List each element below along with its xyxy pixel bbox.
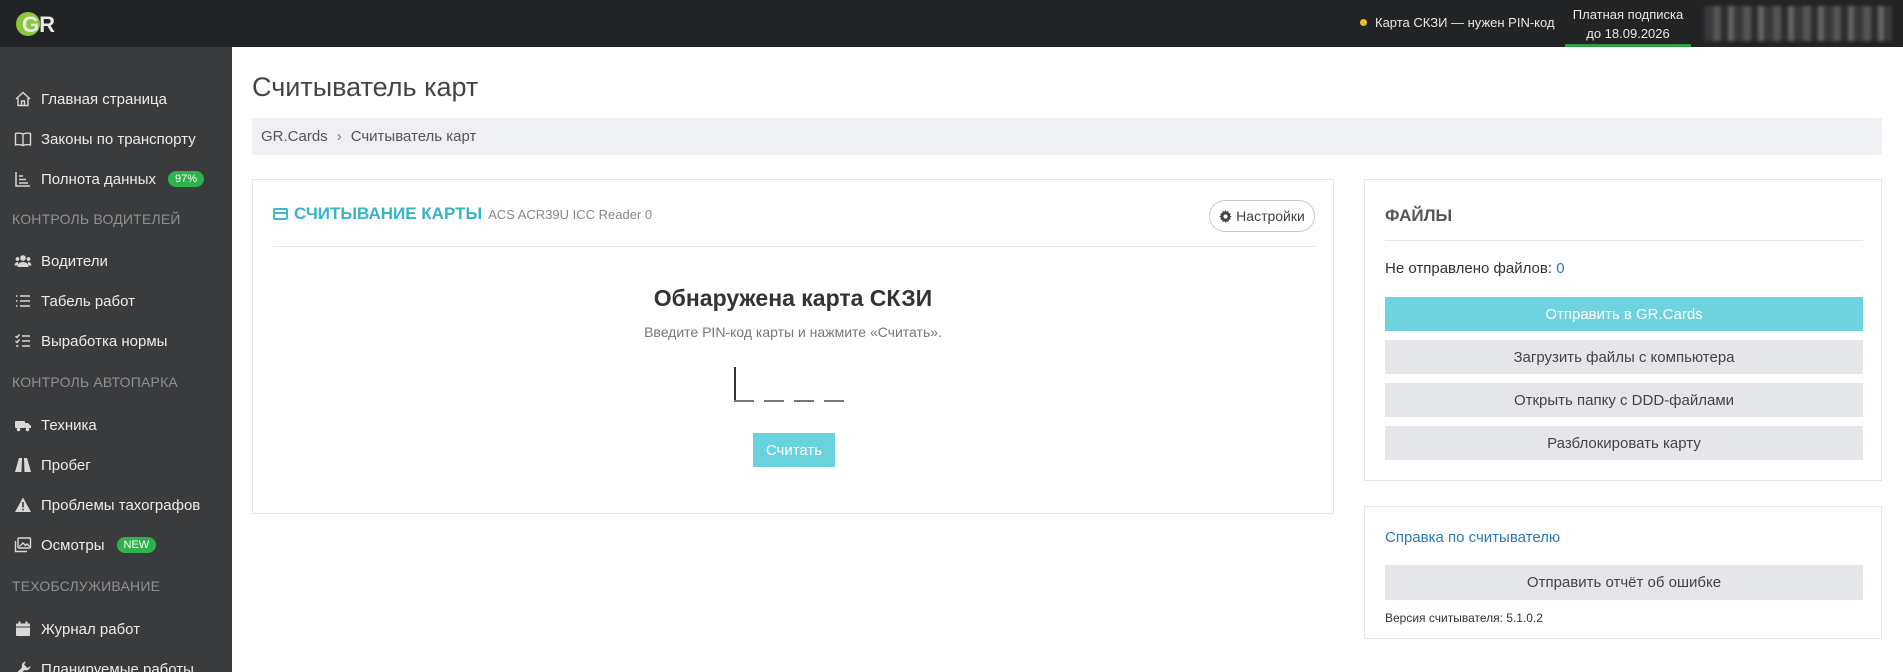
unlock-card-button[interactable]: Разблокировать карту bbox=[1385, 426, 1863, 460]
breadcrumb-current: Считыватель карт bbox=[350, 128, 477, 145]
status-dot-icon bbox=[1360, 19, 1367, 26]
reader-device-name: ACS ACR39U ICC Reader 0 bbox=[488, 207, 653, 222]
pin-digit-2 bbox=[764, 400, 784, 402]
subscription-line2: до 18.09.2026 bbox=[1586, 26, 1670, 41]
list-icon bbox=[12, 292, 34, 310]
files-panel: ФАЙЛЫ Не отправлено файлов: 0 Отправить … bbox=[1364, 179, 1882, 481]
road-icon bbox=[12, 456, 34, 474]
settings-label: Настройки bbox=[1236, 208, 1305, 224]
home-icon bbox=[12, 90, 34, 108]
sidebar-item-label: Журнал работ bbox=[41, 620, 141, 638]
sidebar-item-work-log[interactable]: Журнал работ bbox=[0, 609, 232, 649]
svg-text:GR: GR bbox=[22, 12, 55, 37]
card-reading-title: СЧИТЫВАНИЕ КАРТЫ bbox=[294, 204, 483, 223]
pin-digit-3 bbox=[794, 400, 814, 402]
sidebar-item-label: Законы по транспорту bbox=[41, 130, 196, 148]
images-icon bbox=[12, 536, 34, 554]
pin-hint: Введите PIN-код карты и нажмите «Считать… bbox=[644, 324, 942, 340]
chevron-right-icon: › bbox=[336, 128, 342, 145]
sidebar-item-label: Техника bbox=[41, 416, 97, 434]
send-to-grcards-button[interactable]: Отправить в GR.Cards bbox=[1385, 297, 1863, 331]
new-badge: NEW bbox=[116, 537, 157, 553]
unsent-files-number[interactable]: 0 bbox=[1556, 260, 1564, 277]
section-maintenance: Техобслуживание bbox=[12, 578, 161, 594]
pin-digit-1 bbox=[734, 400, 754, 402]
card-detected-heading: Обнаружена карта СКЗИ bbox=[653, 285, 933, 311]
reader-help-link[interactable]: Справка по считывателю bbox=[1385, 529, 1560, 546]
users-icon bbox=[12, 252, 34, 270]
gear-icon bbox=[1219, 209, 1232, 223]
pin-digit-4 bbox=[824, 400, 844, 402]
top-bar: GR Карта СКЗИ — нужен PIN-код Платная по… bbox=[0, 0, 1903, 47]
sidebar-item-laws[interactable]: Законы по транспорту bbox=[0, 119, 232, 159]
user-account-blurred[interactable] bbox=[1704, 6, 1892, 41]
sidebar-item-label: Проблемы тахографов bbox=[41, 496, 201, 514]
card-status-text: Карта СКЗИ — нужен PIN-код bbox=[1375, 15, 1555, 30]
breadcrumb: GR.Cards › Считыватель карт bbox=[252, 118, 1882, 155]
wrench-icon bbox=[12, 660, 34, 672]
sidebar-item-mileage[interactable]: Пробег bbox=[0, 445, 232, 485]
subscription-info[interactable]: Платная подписка до 18.09.2026 bbox=[1565, 0, 1691, 47]
help-panel: Справка по считывателю Отправить отчёт о… bbox=[1364, 506, 1882, 639]
reader-version: Версия считывателя: 5.1.0.2 bbox=[1385, 611, 1543, 625]
sidebar-item-label: Планируемые работы bbox=[41, 660, 194, 672]
sidebar-item-label: Главная страница bbox=[41, 90, 167, 108]
warning-icon bbox=[12, 496, 34, 514]
completeness-badge: 97% bbox=[168, 171, 205, 187]
settings-button[interactable]: Настройки bbox=[1209, 200, 1315, 232]
sidebar-item-planned-works[interactable]: Планируемые работы bbox=[0, 649, 232, 672]
send-error-report-button[interactable]: Отправить отчёт об ошибке bbox=[1385, 565, 1863, 600]
files-title: ФАЙЛЫ bbox=[1385, 206, 1453, 225]
unsent-files-count: Не отправлено файлов: 0 bbox=[1385, 260, 1565, 277]
section-drivers-control: Контроль водителей bbox=[12, 211, 181, 227]
sidebar-item-vehicles[interactable]: Техника bbox=[0, 405, 232, 445]
checklist-icon bbox=[12, 332, 34, 350]
sidebar-item-label: Пробег bbox=[41, 456, 91, 474]
card-status: Карта СКЗИ — нужен PIN-код bbox=[1360, 15, 1555, 30]
subscription-line1: Платная подписка bbox=[1572, 7, 1684, 22]
book-icon bbox=[12, 130, 34, 148]
sidebar-item-label: Выработка нормы bbox=[41, 332, 168, 350]
upload-files-button[interactable]: Загрузить файлы с компьютера bbox=[1385, 340, 1863, 374]
divider bbox=[273, 246, 1315, 247]
sidebar-item-norm[interactable]: Выработка нормы bbox=[0, 321, 232, 361]
section-fleet-control: Контроль автопарка bbox=[12, 374, 178, 390]
open-ddd-folder-button[interactable]: Открыть папку с DDD-файлами bbox=[1385, 383, 1863, 417]
card-reading-panel: СЧИТЫВАНИЕ КАРТЫ ACS ACR39U ICC Reader 0… bbox=[252, 179, 1334, 514]
sidebar-item-timesheet[interactable]: Табель работ bbox=[0, 281, 232, 321]
unsent-files-label: Не отправлено файлов: bbox=[1385, 260, 1553, 277]
sidebar-item-label: Полнота данных bbox=[41, 170, 156, 188]
page-title: Считыватель карт bbox=[252, 72, 479, 102]
gr-logo[interactable]: GR bbox=[14, 7, 64, 41]
truck-icon bbox=[12, 416, 34, 434]
sidebar-item-data-completeness[interactable]: Полнота данных 97% bbox=[0, 159, 232, 199]
sidebar-item-label: Табель работ bbox=[41, 292, 135, 310]
sidebar-item-drivers[interactable]: Водители bbox=[0, 241, 232, 281]
text-cursor bbox=[734, 367, 736, 401]
sidebar-item-label: Осмотры bbox=[41, 536, 105, 554]
sidebar-item-tachograph-problems[interactable]: Проблемы тахографов bbox=[0, 485, 232, 525]
credit-card-icon bbox=[273, 208, 288, 220]
sidebar-item-label: Водители bbox=[41, 252, 108, 270]
subscription-bar bbox=[1565, 44, 1691, 47]
chart-icon bbox=[12, 170, 34, 188]
divider bbox=[1385, 240, 1863, 241]
sidebar-item-home[interactable]: Главная страница bbox=[0, 79, 232, 119]
pin-input[interactable] bbox=[730, 364, 852, 406]
breadcrumb-link-gr-cards[interactable]: GR.Cards bbox=[261, 128, 328, 145]
sidebar: Главная страница Законы по транспорту По… bbox=[0, 47, 232, 672]
sidebar-item-inspections[interactable]: Осмотры NEW bbox=[0, 525, 232, 565]
card-reading-header: СЧИТЫВАНИЕ КАРТЫ ACS ACR39U ICC Reader 0 bbox=[273, 204, 652, 224]
calendar-icon bbox=[12, 620, 34, 638]
read-card-button[interactable]: Считать bbox=[753, 433, 835, 467]
